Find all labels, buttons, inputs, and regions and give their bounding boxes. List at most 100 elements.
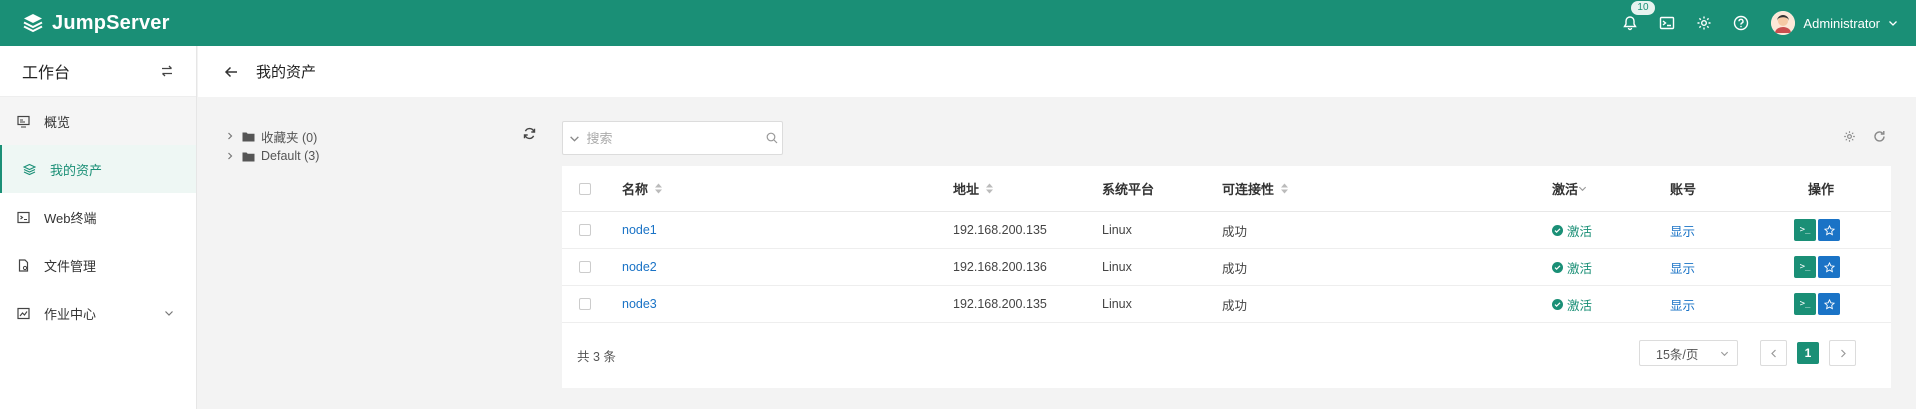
next-page-button[interactable] [1829,340,1856,366]
user-menu[interactable]: Administrator [1771,11,1898,35]
logo-text: JumpServer [52,11,170,34]
sidebar: 工作台 概览 我的资产 Web终端 文件管理 作业中心 [0,46,197,409]
tree-node-default[interactable]: Default (3) [226,146,541,166]
sidebar-item-web-terminal[interactable]: Web终端 [0,193,196,241]
layers-icon [22,162,36,176]
sidebar-item-label: 概览 [44,114,71,130]
help-button[interactable] [1722,0,1759,46]
help-icon [1733,15,1749,31]
page-size-value: 15条/页 [1656,347,1699,362]
favorite-button[interactable] [1818,219,1840,241]
col-address[interactable]: 地址 [953,179,994,198]
asset-address: 192.168.200.135 [953,223,1047,237]
active-status: 激活 [1552,221,1592,240]
show-account-link[interactable]: 显示 [1670,258,1695,277]
sidebar-item-label: 文件管理 [44,258,97,274]
favorite-button[interactable] [1818,256,1840,278]
row-checkbox[interactable] [579,261,591,273]
web-terminal-button[interactable] [1648,0,1685,46]
terminal-icon [1659,16,1675,30]
asset-platform: Linux [1102,223,1132,237]
sidebar-item-file-manager[interactable]: 文件管理 [0,241,196,289]
sidebar-item-my-assets[interactable]: 我的资产 [0,145,196,193]
asset-name-link[interactable]: node2 [622,260,657,274]
top-navbar: JumpServer 10 Administrator [0,0,1916,46]
sidebar-header: 工作台 [0,46,196,97]
sidebar-item-job-center[interactable]: 作业中心 [0,289,196,337]
asset-address: 192.168.200.136 [953,260,1047,274]
sidebar-item-label: 作业中心 [44,306,97,322]
sort-icon[interactable] [1280,183,1289,194]
prev-page-button[interactable] [1760,340,1787,366]
col-account: 账号 [1670,182,1697,197]
star-icon [1823,224,1835,236]
sort-icon[interactable] [654,183,663,194]
asset-name-link[interactable]: node3 [622,297,657,311]
table-header: 名称 地址 系统平台 可连接性 激活 账号 操作 [562,166,1891,212]
col-connectivity[interactable]: 可连接性 [1222,179,1289,198]
avatar [1771,11,1796,35]
asset-name-link[interactable]: node1 [622,223,657,237]
table-row: node1 192.168.200.135 Linux 成功 激活 显示 >_ [562,212,1891,249]
chevron-left-icon [1770,349,1776,357]
logo[interactable]: JumpServer [22,12,170,35]
notification-button[interactable]: 10 [1611,0,1655,46]
search-field-dropdown[interactable] [563,133,586,144]
star-icon [1823,298,1835,310]
terminal-icon: >_ [1799,299,1811,309]
asset-platform: Linux [1102,297,1132,311]
star-icon [1823,261,1835,273]
asset-connectivity: 成功 [1222,298,1248,313]
search-input[interactable] [586,130,763,146]
connect-button[interactable]: >_ [1794,293,1816,315]
show-account-link[interactable]: 显示 [1670,295,1695,314]
col-name[interactable]: 名称 [622,179,663,198]
tree-node-favorites[interactable]: 收藏夹 (0) [226,126,541,146]
active-status-label: 激活 [1567,298,1593,313]
connect-button[interactable]: >_ [1794,219,1816,241]
user-name: Administrator [1803,15,1880,31]
sort-icon[interactable] [985,183,994,194]
filter-caret-icon[interactable] [1578,184,1587,193]
col-platform: 系统平台 [1102,182,1155,197]
asset-table-panel: 名称 地址 系统平台 可连接性 激活 账号 操作 node1 192.168.2… [562,166,1891,388]
back-arrow-icon[interactable] [224,65,238,79]
tree-node-label: Default (3) [261,149,320,163]
table-row: node2 192.168.200.136 Linux 成功 激活 显示 >_ [562,249,1891,286]
asset-connectivity: 成功 [1222,224,1248,239]
chevron-right-icon [1840,349,1846,357]
chevron-down-icon [1720,351,1729,356]
user-avatar-icon [1771,11,1796,35]
folder-icon [242,132,255,141]
tree-node-label: 收藏夹 (0) [261,130,318,145]
page-size-select[interactable]: 15条/页 [1639,340,1738,366]
active-status-label: 激活 [1567,261,1593,276]
select-all-checkbox[interactable] [579,182,591,195]
chevron-right-icon[interactable] [226,129,242,143]
show-account-link[interactable]: 显示 [1670,221,1695,240]
asset-tree: 收藏夹 (0) Default (3) [226,126,541,166]
col-active[interactable]: 激活 [1552,179,1587,198]
settings-button[interactable] [1685,0,1722,46]
page-header: 我的资产 [198,46,1916,97]
switch-view-icon[interactable] [160,64,174,78]
chevron-down-icon [165,311,173,316]
monitor-icon [16,114,30,128]
active-status: 激活 [1552,295,1592,314]
favorite-button[interactable] [1818,293,1840,315]
col-address-label: 地址 [953,182,980,197]
connect-button[interactable]: >_ [1794,256,1816,278]
row-checkbox[interactable] [579,224,591,236]
chevron-right-icon[interactable] [226,149,242,163]
tree-refresh-icon[interactable] [523,127,536,143]
job-icon [16,306,30,320]
table-refresh-icon[interactable] [1873,130,1886,146]
sidebar-item-overview[interactable]: 概览 [0,97,196,145]
search-icon[interactable] [762,132,782,144]
terminal-icon: >_ [1799,225,1811,235]
col-active-label: 激活 [1552,182,1579,197]
row-checkbox[interactable] [579,298,591,310]
table-settings-icon[interactable] [1843,130,1856,146]
search-box[interactable] [562,121,783,155]
page-number-current[interactable]: 1 [1797,342,1819,364]
